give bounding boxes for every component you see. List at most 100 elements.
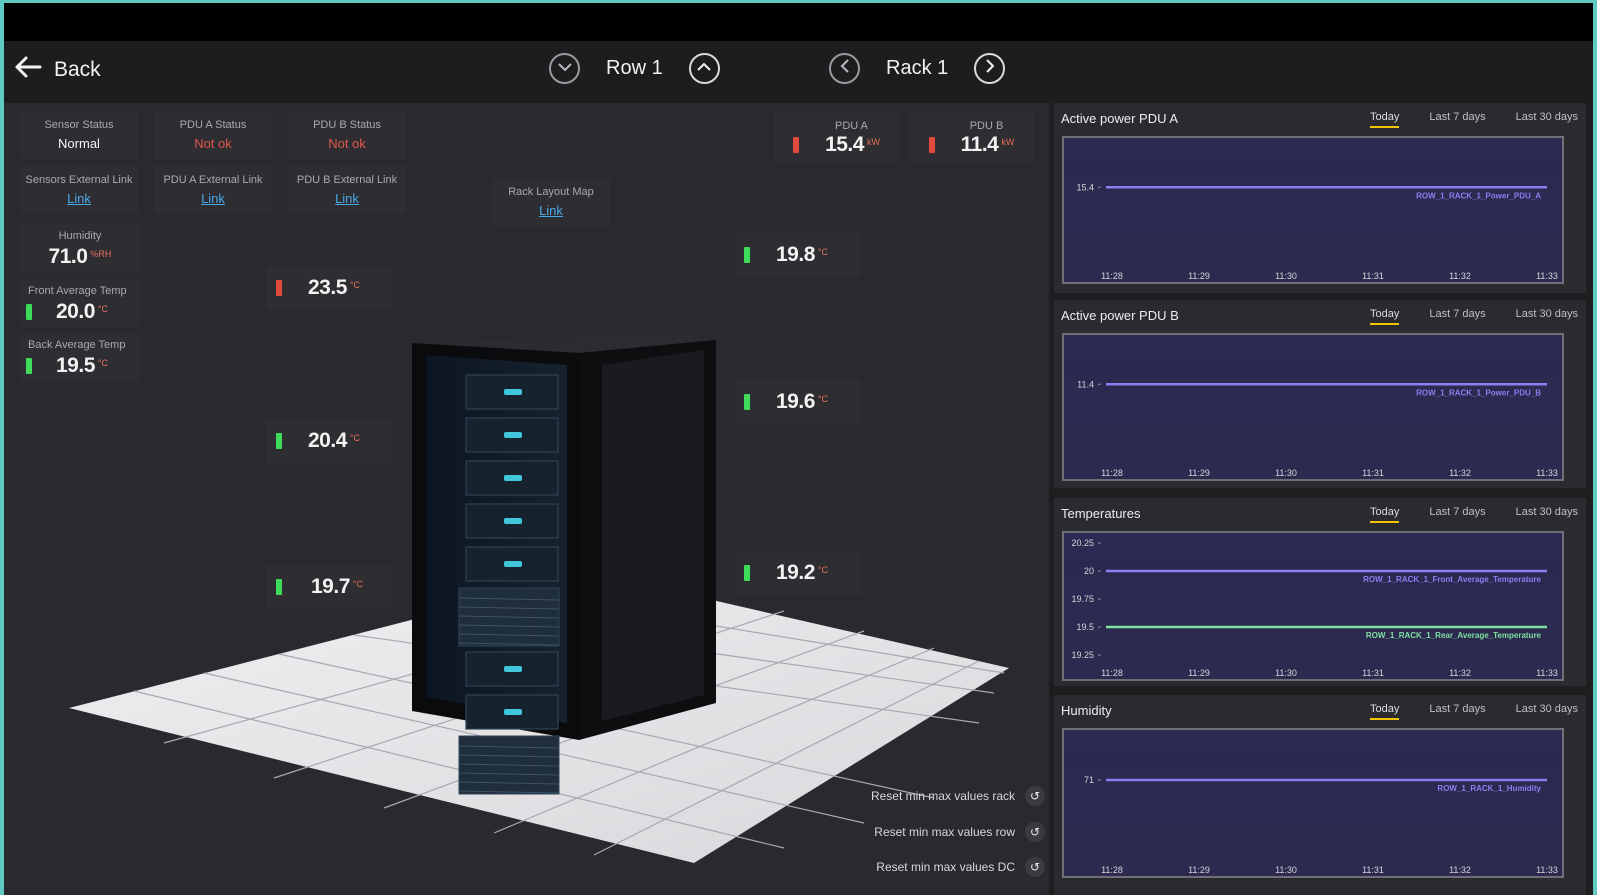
rack-layout-link[interactable]: Link	[492, 203, 610, 218]
pdu-b-status-card: PDU B Status Not ok	[288, 111, 406, 159]
humidity-unit: %RH	[90, 249, 112, 259]
y-tick-label: 20.25	[1071, 538, 1094, 548]
x-tick-label: 11:28	[1101, 271, 1123, 281]
tab-last-7-days[interactable]: Last 7 days	[1429, 703, 1485, 720]
pdu-a-status-value: Not ok	[194, 136, 232, 151]
sensors-link-title: Sensors External Link	[25, 174, 133, 186]
server-rack	[412, 333, 716, 740]
sensors-link-card: Sensors External Link Link	[20, 166, 138, 214]
chevron-right-icon	[984, 58, 996, 79]
back-sensor-3: 19.2 °C	[736, 551, 861, 595]
front-sensor-3: 19.7 °C	[266, 565, 391, 609]
back-sensor-2-indicator	[744, 394, 750, 410]
front-sensor-3-indicator	[276, 579, 282, 595]
back-sensor-2-value: 19.6	[776, 390, 815, 413]
back-button[interactable]: Back	[14, 55, 101, 84]
tab-today[interactable]: Today	[1370, 111, 1400, 128]
reset-row-button[interactable]: Reset min max values row ↺	[874, 822, 1045, 842]
rack-label: Rack 1	[886, 57, 949, 79]
time-range-tabs: Today Last 7 days Last 30 days	[1370, 111, 1578, 128]
pdu-b-external-link[interactable]: Link	[288, 191, 406, 206]
y-tick-label: 20	[1084, 566, 1094, 576]
back-temp-card: Back Average Temp 19.5 °C	[20, 333, 140, 381]
header: Back Row 1 Rack 1	[4, 41, 1593, 103]
pdu-a-link-card: PDU A External Link Link	[154, 166, 272, 214]
sensor-status-value: Normal	[58, 136, 100, 151]
pdu-a-power-indicator	[793, 137, 800, 153]
row-down-button[interactable]	[549, 53, 580, 84]
tab-last-30-days[interactable]: Last 30 days	[1516, 111, 1578, 128]
rack-navigator: Rack 1	[829, 53, 1006, 84]
tab-last-30-days[interactable]: Last 30 days	[1516, 308, 1578, 325]
chart-panel-temperatures: Temperatures Today Last 7 days Last 30 d…	[1054, 498, 1586, 686]
back-sensor-3-value: 19.2	[776, 561, 815, 584]
chevron-down-icon	[557, 60, 573, 78]
y-tick-label: 19.25	[1071, 650, 1094, 660]
tab-last-7-days[interactable]: Last 7 days	[1429, 506, 1485, 523]
front-sensor-1-unit: °C	[349, 280, 360, 290]
sensors-external-link[interactable]: Link	[20, 191, 138, 206]
reset-dc-button[interactable]: Reset min max values DC ↺	[876, 857, 1045, 877]
series-label: ROW_1_RACK_1_Humidity	[1437, 784, 1541, 793]
server-led	[504, 475, 522, 481]
x-tick-label: 11:33	[1536, 865, 1558, 875]
tab-last-7-days[interactable]: Last 7 days	[1429, 308, 1485, 325]
x-tick-label: 11:28	[1101, 865, 1123, 875]
time-range-tabs: Today Last 7 days Last 30 days	[1370, 703, 1578, 720]
humidity-value: 71.0	[48, 245, 88, 268]
charts-sidebar: Active power PDU A Today Last 7 days Las…	[1049, 103, 1593, 895]
x-tick-label: 11:31	[1362, 468, 1384, 478]
chevron-up-icon	[696, 60, 712, 78]
back-sensor-3-indicator	[744, 565, 750, 581]
sensor-status-card: Sensor Status Normal	[20, 111, 138, 159]
rack-next-button[interactable]	[974, 53, 1006, 84]
humidity-card: Humidity 71.0 %RH	[20, 224, 140, 272]
line-chart: 20.25 20 19.75 19.5 19.25 11:28 11:29 11:30 11:3…	[1062, 531, 1564, 681]
front-sensor-2-value: 20.4	[308, 429, 347, 452]
pdu-a-link-title: PDU A External Link	[163, 174, 263, 186]
front-temp-value: 20.0	[56, 300, 95, 323]
humidity-title: Humidity	[58, 230, 102, 242]
chart-title: Humidity	[1061, 703, 1112, 718]
x-tick-label: 11:32	[1449, 271, 1471, 281]
pdu-b-power-title: PDU B	[969, 120, 1004, 132]
rack-layout-title: Rack Layout Map	[508, 186, 594, 198]
row-label: Row 1	[606, 57, 663, 79]
back-temp-unit: °C	[97, 358, 108, 368]
tab-today[interactable]: Today	[1370, 506, 1400, 523]
rack-prev-button[interactable]	[829, 53, 860, 84]
line-chart: 15.4 11:28 11:29 11:30 11:31 11:32 11:33 ROW_1_…	[1062, 136, 1564, 284]
reset-rack-button[interactable]: Reset min max values rack ↺	[871, 786, 1045, 806]
tab-last-7-days[interactable]: Last 7 days	[1429, 111, 1485, 128]
x-tick-label: 11:31	[1362, 668, 1384, 678]
tab-last-30-days[interactable]: Last 30 days	[1516, 703, 1578, 720]
tab-last-30-days[interactable]: Last 30 days	[1516, 506, 1578, 523]
rack-view: Sensor Status Normal PDU A Status Not ok…	[4, 103, 1049, 895]
x-tick-label: 11:33	[1536, 468, 1558, 478]
front-sensor-3-value: 19.7	[311, 575, 350, 598]
pdu-a-power-title: PDU A	[834, 120, 868, 132]
pdu-a-external-link[interactable]: Link	[154, 191, 272, 206]
row-up-button[interactable]	[688, 53, 720, 84]
chevron-left-icon	[839, 58, 851, 79]
chart-panel-humidity: Humidity Today Last 7 days Last 30 days …	[1054, 695, 1586, 895]
front-sensor-1-indicator	[276, 280, 282, 296]
x-tick-label: 11:29	[1188, 865, 1210, 875]
x-tick-label: 11:28	[1101, 468, 1123, 478]
back-sensor-2-unit: °C	[817, 394, 828, 404]
tab-today[interactable]: Today	[1370, 308, 1400, 325]
y-tick-label: 15.4	[1076, 182, 1094, 192]
pdu-a-power-card: PDU A 15.4 kW	[774, 113, 899, 163]
front-temp-card: Front Average Temp 20.0 °C	[20, 279, 140, 327]
chart-title: Active power PDU A	[1061, 111, 1179, 126]
tab-today[interactable]: Today	[1370, 703, 1400, 720]
back-temp-title: Back Average Temp	[28, 339, 126, 351]
reset-dc-label: Reset min max values DC	[876, 860, 1015, 874]
y-tick-label: 11.4	[1077, 379, 1094, 389]
server-led	[504, 561, 522, 567]
x-tick-label: 11:32	[1449, 468, 1471, 478]
time-range-tabs: Today Last 7 days Last 30 days	[1370, 506, 1578, 523]
pdu-b-status-title: PDU B Status	[313, 119, 381, 131]
rack-layout-card: Rack Layout Map Link	[492, 178, 610, 226]
front-sensor-2: 20.4 °C	[266, 419, 391, 463]
